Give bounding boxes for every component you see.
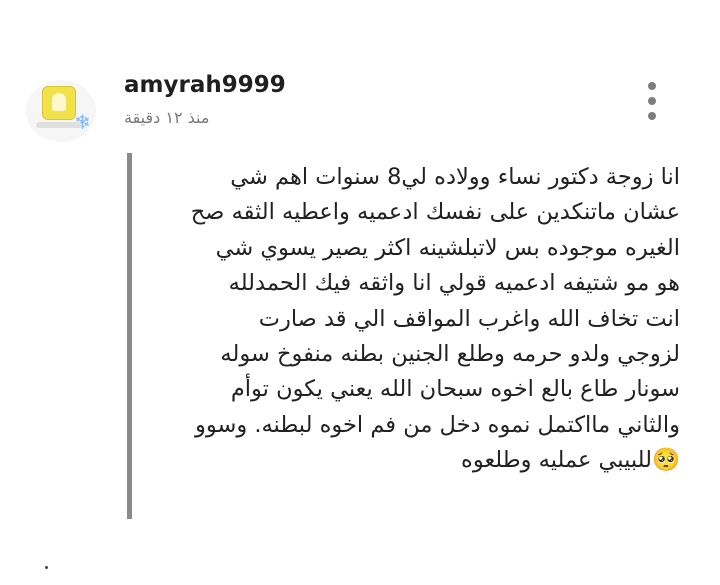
menu-dot-icon (648, 97, 656, 105)
quote-bar (127, 153, 132, 519)
comment-line: عشان ماتنكدين على نفسك ادعميه واعطيه الث… (190, 199, 680, 226)
username[interactable]: amyrah9999 (124, 72, 286, 98)
comment-line: لزوجي ولدو حرمه وطلع الجنين بطنه منفوخ س… (220, 341, 680, 368)
menu-dot-icon (648, 112, 656, 120)
comment-line: انا زوجة دكتور نساء وولاده لي8 سنوات اهم… (230, 164, 680, 190)
timestamp: منذ ١٢ دقيقة (124, 108, 210, 127)
comment-line: سونار طاع بالع اخوه سبحان الله يعني يكون… (230, 376, 680, 403)
page-dot (45, 566, 48, 569)
comment-line: انت تخاف الله واغرب المواقف الي قد صارت (258, 305, 680, 332)
avatar-snap-icon (42, 86, 76, 120)
comment-line: 🥺للبيبي عمليه وطلعوه (461, 447, 680, 474)
comment-body: انا زوجة دكتور نساء وولاده لي8 سنوات اهم… (148, 160, 680, 479)
comment-line: والثاني مااكتمل نموه دخل من فم اخوه لبطن… (194, 411, 680, 438)
avatar[interactable]: ❄ (26, 80, 96, 142)
comment-line: هو مو شتيفه ادعميه قولي انا واثقه فيك ال… (228, 270, 680, 297)
more-vertical-icon[interactable] (644, 82, 660, 120)
avatar-caption-strip (36, 122, 82, 128)
menu-dot-icon (648, 82, 656, 90)
comment-line: الغيره موجوده بس لاتبلشينه اكثر يصير يسو… (215, 234, 680, 261)
